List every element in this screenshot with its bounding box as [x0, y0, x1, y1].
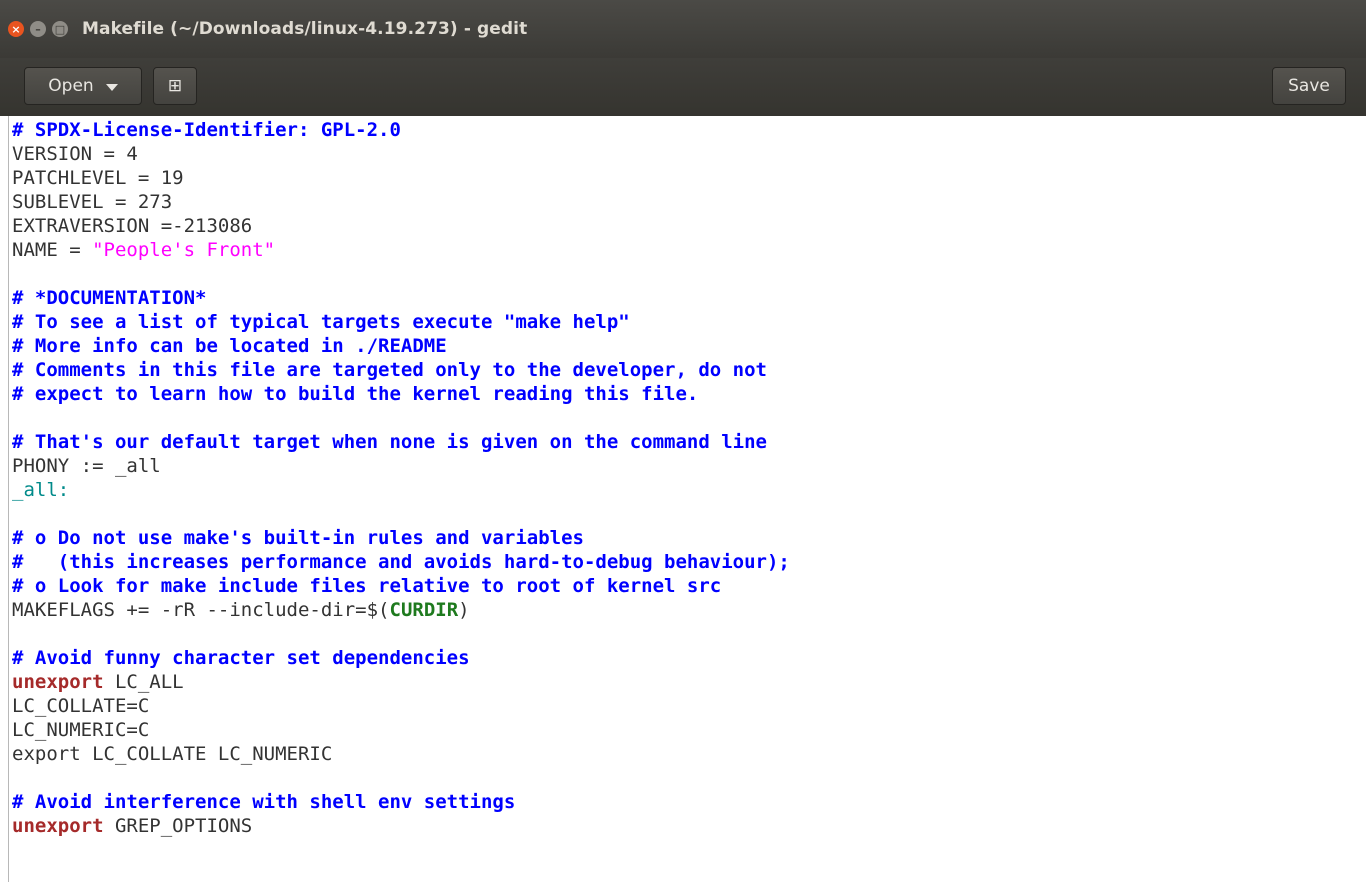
minimize-window-icon[interactable]: –	[30, 21, 46, 37]
code-line[interactable]: # SPDX-License-Identifier: GPL-2.0	[12, 118, 790, 142]
code-line[interactable]: # o Do not use make's built-in rules and…	[12, 526, 790, 550]
new-tab-button[interactable]: ⊞	[153, 67, 197, 105]
code-line[interactable]: SUBLEVEL = 273	[12, 190, 790, 214]
code-line[interactable]: # expect to learn how to build the kerne…	[12, 382, 790, 406]
code-token: # To see a list of typical targets execu…	[12, 311, 630, 333]
code-token: GREP_OPTIONS	[103, 815, 253, 837]
code-token: EXTRAVERSION =-213086	[12, 215, 253, 237]
code-line[interactable]: # (this increases performance and avoids…	[12, 550, 790, 574]
code-token: # *DOCUMENTATION*	[12, 287, 207, 309]
code-line[interactable]: unexport LC_ALL	[12, 670, 790, 694]
code-token: unexport	[12, 815, 104, 837]
code-line[interactable]: LC_COLLATE=C	[12, 694, 790, 718]
code-line[interactable]: MAKEFLAGS += -rR --include-dir=$(CURDIR)	[12, 598, 790, 622]
code-line[interactable]	[12, 766, 790, 790]
close-window-icon[interactable]: ×	[8, 21, 24, 37]
code-line[interactable]	[12, 622, 790, 646]
code-token: PHONY := _all	[12, 455, 161, 477]
code-token: PATCHLEVEL = 19	[12, 167, 184, 189]
code-token: MAKEFLAGS += -rR --include-dir=$(	[12, 599, 390, 621]
code-token: # Avoid interference with shell env sett…	[12, 791, 516, 813]
code-token: # (this increases performance and avoids…	[12, 551, 790, 573]
code-line[interactable]: export LC_COLLATE LC_NUMERIC	[12, 742, 790, 766]
save-button-label: Save	[1288, 76, 1330, 96]
code-content[interactable]: # SPDX-License-Identifier: GPL-2.0 VERSIO…	[12, 118, 790, 838]
code-token: LC_NUMERIC=C	[12, 719, 150, 741]
code-line[interactable]: EXTRAVERSION =-213086	[12, 214, 790, 238]
code-token: # Comments in this file are targeted onl…	[12, 359, 767, 381]
code-token: # o Look for make include files relative…	[12, 575, 722, 597]
open-button-label: Open	[48, 76, 94, 96]
code-token: SUBLEVEL = 273	[12, 191, 173, 213]
code-line[interactable]	[12, 502, 790, 526]
header-bar: Open ⊞ Save	[0, 58, 1366, 117]
code-token: # Avoid funny character set dependencies	[12, 647, 470, 669]
code-token: # o Do not use make's built-in rules and…	[12, 527, 584, 549]
code-line[interactable]: # More info can be located in ./README	[12, 334, 790, 358]
code-token: LC_ALL	[103, 671, 184, 693]
code-line[interactable]	[12, 262, 790, 286]
code-token: "People's Front"	[92, 239, 276, 261]
code-token: export LC_COLLATE LC_NUMERIC	[12, 743, 333, 765]
maximize-window-icon[interactable]: □	[52, 21, 68, 37]
code-line[interactable]	[12, 406, 790, 430]
code-token: CURDIR	[389, 599, 459, 621]
code-line[interactable]: VERSION = 4	[12, 142, 790, 166]
new-tab-icon: ⊞	[167, 76, 183, 96]
open-button[interactable]: Open	[24, 67, 142, 105]
chevron-down-icon	[105, 83, 118, 91]
code-token: # That's our default target when none is…	[12, 431, 767, 453]
code-line[interactable]: # Avoid funny character set dependencies	[12, 646, 790, 670]
code-line[interactable]: PHONY := _all	[12, 454, 790, 478]
code-token: unexport	[12, 671, 104, 693]
code-line[interactable]: LC_NUMERIC=C	[12, 718, 790, 742]
code-token: NAME =	[12, 239, 93, 261]
code-line[interactable]: # To see a list of typical targets execu…	[12, 310, 790, 334]
code-line[interactable]: # Avoid interference with shell env sett…	[12, 790, 790, 814]
code-token: VERSION = 4	[12, 143, 138, 165]
code-line[interactable]: # That's our default target when none is…	[12, 430, 790, 454]
code-line[interactable]: # o Look for make include files relative…	[12, 574, 790, 598]
text-cursor	[8, 116, 9, 882]
window-controls: × – □	[8, 21, 68, 37]
code-token: _all:	[12, 479, 70, 501]
code-line[interactable]: _all:	[12, 478, 790, 502]
code-token: # expect to learn how to build the kerne…	[12, 383, 699, 405]
title-bar[interactable]: × – □ Makefile (~/Downloads/linux-4.19.2…	[0, 0, 1366, 58]
code-token: # SPDX-License-Identifier: GPL-2.0	[12, 119, 401, 141]
window-title: Makefile (~/Downloads/linux-4.19.273) - …	[82, 19, 528, 39]
code-token: LC_COLLATE=C	[12, 695, 150, 717]
code-line[interactable]: PATCHLEVEL = 19	[12, 166, 790, 190]
code-line[interactable]: # *DOCUMENTATION*	[12, 286, 790, 310]
code-line[interactable]: NAME = "People's Front"	[12, 238, 790, 262]
code-line[interactable]: # Comments in this file are targeted onl…	[12, 358, 790, 382]
text-editor[interactable]: # SPDX-License-Identifier: GPL-2.0 VERSIO…	[0, 116, 1366, 882]
code-token: )	[458, 599, 470, 621]
save-button[interactable]: Save	[1272, 67, 1346, 105]
code-token: # More info can be located in ./README	[12, 335, 447, 357]
code-line[interactable]: unexport GREP_OPTIONS	[12, 814, 790, 838]
